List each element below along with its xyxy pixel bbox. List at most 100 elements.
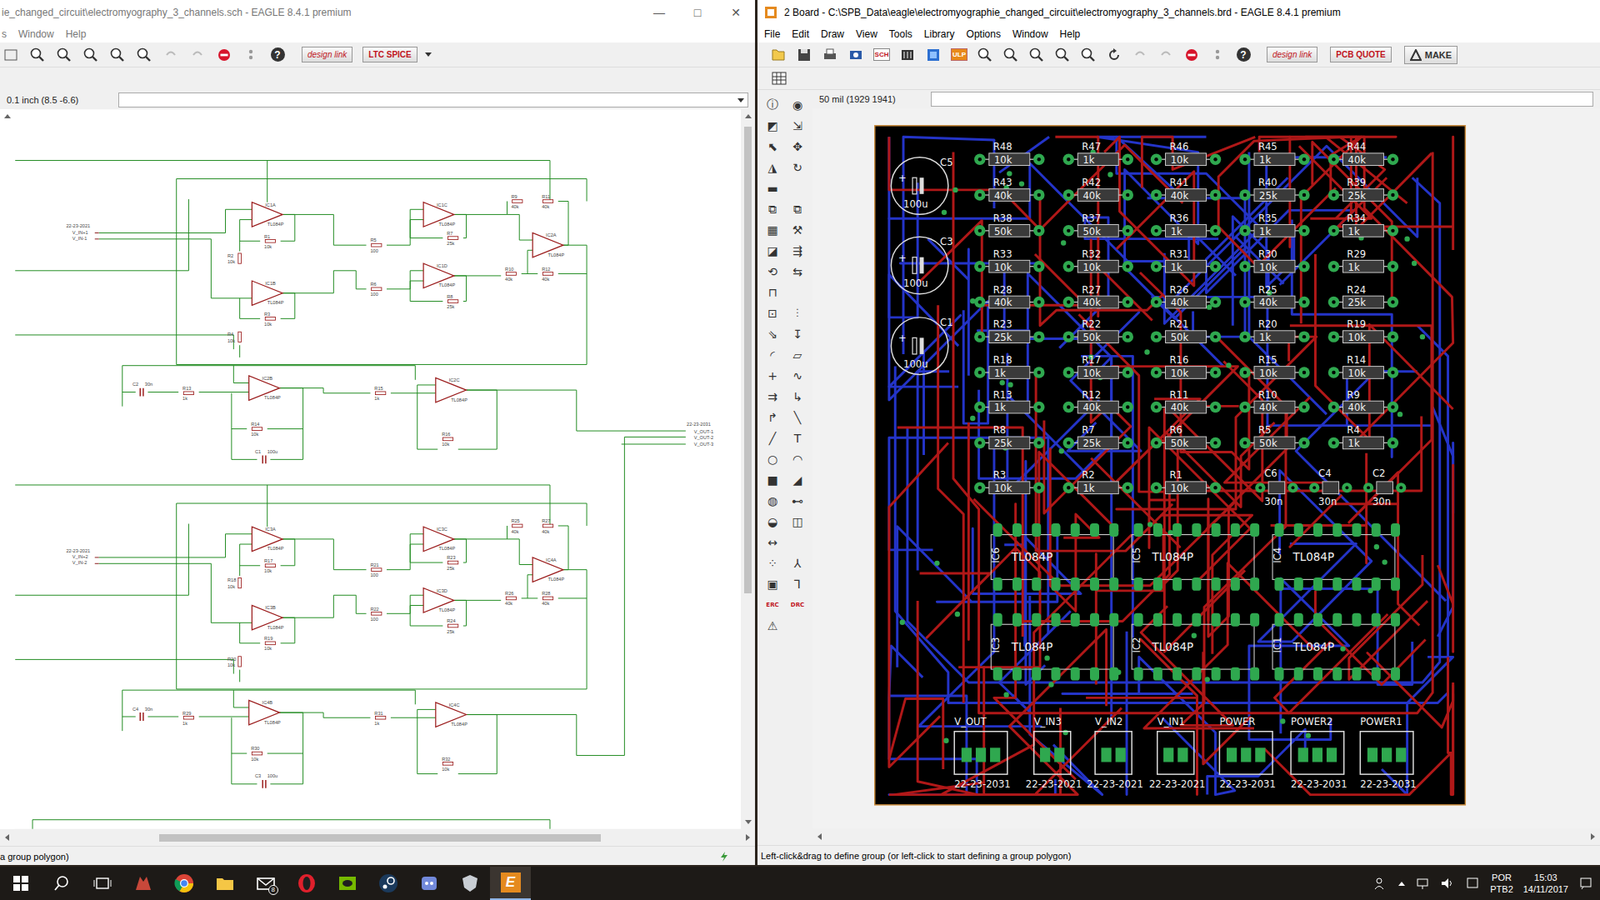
taskbar-app[interactable]	[408, 866, 450, 900]
design-link-button[interactable]: design link	[301, 46, 353, 63]
tool-button[interactable]: ◮	[762, 160, 783, 175]
task-view-button[interactable]	[81, 866, 123, 900]
tool-button[interactable]: ▱	[787, 348, 808, 362]
toolbar-button[interactable]	[767, 45, 790, 65]
resistor[interactable]: R1910k	[264, 635, 275, 651]
tool-button[interactable]: DRC	[787, 601, 808, 609]
resistor[interactable]: R471k	[1063, 140, 1134, 166]
menu-item[interactable]: View	[855, 28, 878, 40]
tool-button[interactable]: ⇆	[787, 265, 808, 279]
resistor[interactable]: R2640k	[505, 590, 516, 606]
capacitor[interactable]: C1100u	[255, 449, 278, 464]
toolbar-button[interactable]	[0, 45, 22, 65]
tool-button[interactable]: ∿	[787, 369, 808, 383]
toolbar-button[interactable]	[160, 45, 182, 65]
horizontal-scrollbar[interactable]	[0, 829, 755, 846]
ceramic-capacitor[interactable]: C630n	[1255, 467, 1298, 508]
resistor[interactable]: R1610k	[1150, 354, 1221, 380]
connector[interactable]: POWER22-23-2031	[1219, 715, 1275, 790]
opamp[interactable]: IC1CTL084P	[423, 202, 455, 227]
connector[interactable]: V_OUT22-23-2031	[954, 715, 1010, 790]
toolbar-button[interactable]	[922, 45, 945, 65]
ic-package[interactable]: IC3TL084P	[990, 613, 1119, 681]
resistor[interactable]: R4240k	[1063, 176, 1134, 202]
tool-button[interactable]: ⚠	[762, 619, 783, 633]
tool-button[interactable]: ⅂	[787, 577, 808, 591]
resistor[interactable]: R6100	[370, 281, 381, 297]
tool-button[interactable]: ⇲	[787, 119, 808, 133]
tool-button[interactable]: ↧	[787, 327, 808, 341]
toolbar-button[interactable]	[26, 45, 49, 65]
toolbar-button[interactable]: ?	[266, 45, 289, 65]
tool-button[interactable]: ⧉	[762, 202, 783, 217]
resistor[interactable]: R1710k	[264, 558, 275, 574]
resistor[interactable]: R2840k	[974, 284, 1045, 310]
network-icon[interactable]	[1415, 875, 1430, 891]
resistor[interactable]: R2840k	[541, 590, 553, 606]
electrolytic-capacitor[interactable]: +C3100u	[890, 235, 953, 295]
opamp[interactable]: IC4CTL084P	[435, 702, 468, 727]
taskbar-app[interactable]	[326, 866, 368, 900]
resistor[interactable]: R1910k	[1328, 318, 1399, 344]
tool-button[interactable]: ⇶	[787, 244, 808, 258]
resistor[interactable]: R3925k	[1328, 176, 1399, 202]
grid-icon[interactable]	[770, 70, 788, 87]
resistor[interactable]: R201k	[1239, 318, 1310, 344]
toolbar-button[interactable]: SCH	[870, 45, 893, 65]
board-canvas[interactable]: +C5100u+C3100u+C1100uR4810kR471kR4610kR4…	[812, 108, 1600, 829]
toolbar-button[interactable]	[80, 45, 102, 65]
resistor[interactable]: R3010k	[1239, 248, 1310, 274]
horizontal-scrollbar[interactable]	[812, 828, 1600, 845]
ic-package[interactable]: IC6TL084P	[990, 523, 1119, 591]
toolbar-button[interactable]	[53, 45, 75, 65]
taskbar-app[interactable]	[163, 866, 205, 900]
opamp[interactable]: IC2ATL084P	[532, 232, 565, 257]
tool-button[interactable]: ╲	[787, 410, 808, 425]
window-control[interactable]: ✕	[716, 5, 755, 20]
toolbar-button[interactable]	[240, 45, 262, 65]
pcb-quote-button[interactable]: PCB QUOTE	[1330, 46, 1391, 63]
menu-item[interactable]: Tools	[889, 28, 913, 40]
toolbar-button[interactable]	[845, 45, 867, 65]
connector[interactable]: V_IN122-23-2021	[1149, 715, 1205, 790]
electrolytic-capacitor[interactable]: +C1100u	[890, 316, 953, 375]
toolbar-button[interactable]	[1025, 45, 1048, 65]
tool-button[interactable]: +	[762, 369, 783, 383]
toolbar-button[interactable]	[1155, 45, 1177, 65]
resistor[interactable]: R5100	[370, 238, 381, 254]
resistor[interactable]: R2740k	[1063, 284, 1134, 310]
volume-icon[interactable]	[1440, 875, 1455, 891]
resistor[interactable]: R1510k	[1239, 354, 1310, 380]
dropdown-arrow-icon[interactable]	[425, 52, 432, 57]
tool-button[interactable]: T	[787, 431, 808, 445]
resistor[interactable]: R181k	[974, 354, 1045, 380]
resistor[interactable]: R1040k	[1239, 389, 1310, 415]
resistor[interactable]: R825k	[974, 424, 1045, 450]
resistor[interactable]: R41k	[1328, 424, 1399, 450]
resistor[interactable]: R1140k	[541, 194, 553, 210]
toolbar-button[interactable]	[819, 45, 841, 65]
resistor[interactable]: R550k	[1239, 424, 1310, 450]
resistor[interactable]: R291k	[1328, 248, 1399, 274]
taskbar-app[interactable]: E	[490, 866, 531, 900]
resistor[interactable]: R3310k	[974, 248, 1045, 274]
resistor[interactable]: R361k	[1150, 212, 1221, 238]
opamp[interactable]: IC3CTL084P	[423, 526, 455, 551]
resistor[interactable]: R310k	[974, 469, 1045, 495]
resistor[interactable]: R21k	[1063, 469, 1134, 495]
resistor[interactable]: R2540k	[510, 518, 522, 534]
resistor[interactable]: R22100	[370, 606, 381, 622]
resistor[interactable]: R4340k	[974, 176, 1045, 202]
resistor[interactable]: R451k	[1239, 140, 1310, 166]
resistor[interactable]: R410k	[227, 331, 242, 343]
tool-button[interactable]: ○	[762, 452, 783, 466]
opamp[interactable]: IC3ATL084P	[251, 526, 284, 551]
resistor[interactable]: R110k	[1150, 469, 1221, 495]
resistor[interactable]: R1410k	[1328, 354, 1399, 380]
resistor[interactable]: R21100	[370, 562, 381, 578]
resistor[interactable]: R4025k	[1239, 176, 1310, 202]
people-icon[interactable]	[1373, 875, 1389, 891]
opamp[interactable]: IC1DTL084P	[423, 263, 455, 288]
window-control[interactable]: —	[640, 5, 679, 20]
menu-item[interactable]: File	[764, 28, 780, 40]
